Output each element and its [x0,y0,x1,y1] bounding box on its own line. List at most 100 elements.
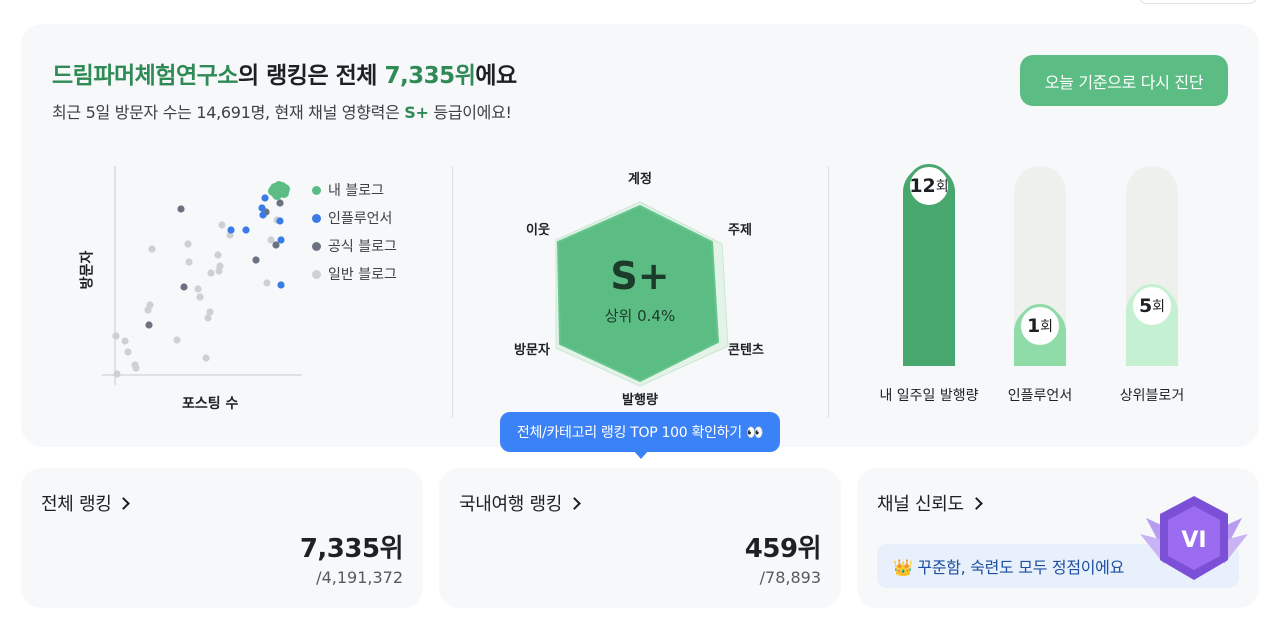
bar-label: 상위블로거 [1119,388,1185,404]
bar-unit: 회 [935,179,949,195]
scatter-point [259,211,267,219]
divider [828,166,829,418]
scatter-y-label: 방문자 [79,250,96,290]
title-end: 에요 [475,63,517,89]
scatter-point [113,370,121,378]
medal-badge-icon: VI [1140,496,1248,580]
scatter-point [227,226,235,234]
legend-label: 내 블로그 [328,183,384,199]
radar-axis-label: 콘텐츠 [728,342,764,358]
subline-suffix: 등급이에요! [428,103,512,122]
title-mid: 의 랭킹은 전체 [237,63,385,89]
legend-label: 인플루언서 [328,211,393,227]
scatter-point [207,269,215,277]
legend-my-blog: 내 블로그 [312,176,397,204]
scatter-point [276,199,284,207]
legend-dot [312,269,321,279]
scatter-point [184,240,192,248]
scatter-point [145,321,153,329]
bar-badge: 1회 [1018,304,1062,348]
scatter-point [202,354,210,362]
bar-label: 내 일주일 발행량 [879,388,979,404]
chevron-right-icon [117,496,131,510]
scatter-point [277,281,285,289]
scatter-point [194,285,202,293]
bar-value: 12 [909,175,936,197]
legend-label: 공식 블로그 [328,239,397,255]
divider [452,166,453,418]
scatter-plot [102,166,302,385]
scatter-point [242,226,250,234]
category-rank-title[interactable]: 국내여행 랭킹 [459,490,581,516]
top-right-pill [1138,0,1258,4]
legend-dot [312,213,321,223]
bar-value: 5 [1138,295,1153,317]
bar-my-weekly: 12 회 [903,164,955,366]
scatter-point [276,217,284,225]
scatter-point [148,245,156,253]
tooltip-tail [633,450,649,459]
radar-axis-label: 계정 [628,171,652,187]
bar-badge: 12 회 [907,164,951,208]
scatter-point [206,308,214,316]
scatter-point [258,204,266,212]
top100-button[interactable]: 전체/카테고리 랭킹 TOP 100 확인하기 👀 [500,412,780,452]
scatter-point [252,256,260,264]
legend-official: 공식 블로그 [312,232,397,260]
scatter-point [218,221,226,229]
bar-label: 인플루언서 [1007,388,1073,404]
medal-text: VI [1181,528,1206,553]
overall-rank-title[interactable]: 전체 랭킹 [41,490,131,516]
scatter-point [277,236,285,244]
radar-axis-label: 방문자 [514,342,550,358]
rediagnose-button[interactable]: 오늘 기준으로 다시 진단 [1020,55,1228,106]
subline-prefix: 최근 5일 방문자 수는 14,691명, 현재 채널 영향력은 [52,103,405,122]
scatter-point [216,262,224,270]
chevron-right-icon [568,496,581,510]
radar-axis-label: 이웃 [526,222,550,238]
category-rank-value: 459위 [744,534,822,564]
scatter-point [124,348,132,356]
summary-subline: 최근 5일 방문자 수는 14,691명, 현재 채널 영향력은 S+ 등급이에… [52,99,512,123]
radar-percentile: 상위 0.4% [605,307,675,325]
card-title-text: 채널 신뢰도 [877,494,964,515]
card-title-text: 국내여행 랭킹 [459,494,562,515]
bar-top-blogger: 5회 [1126,166,1178,366]
radar-axis-label: 발행량 [622,392,658,408]
scatter-point [214,251,222,259]
bar-value: 1 [1026,315,1041,337]
card-title-text: 전체 랭킹 [41,494,112,515]
legend-influencer: 인플루언서 [312,204,397,232]
scatter-point [280,184,290,194]
scatter-point [196,293,204,301]
posting-frequency-bars: 12 회 1회 5회 내 일주일 발행량 인플루언서 상위블로거 [860,160,1240,410]
scatter-point [263,279,271,287]
legend-general: 일반 블로그 [312,260,397,288]
bar-influencer: 1회 [1014,166,1066,366]
bar-unit: 회 [1152,299,1166,315]
legend-dot [312,241,321,251]
legend-dot [312,185,321,195]
scatter-point [261,194,269,202]
bar-unit: 회 [1040,319,1054,335]
scatter-point [112,332,120,340]
page-title: 드림파머체험연구소의 랭킹은 전체 7,335위에요 [52,56,517,90]
scatter-x-label: 포스팅 수 [182,396,239,412]
overall-rank-card[interactable]: 전체 랭킹 7,335위 /4,191,372 [21,468,423,608]
legend-label: 일반 블로그 [328,267,397,283]
radar-axis-label: 주제 [728,223,752,238]
scatter-point [177,205,185,213]
subline-grade: S+ [404,103,429,122]
scatter-point [132,364,140,372]
channel-trust-card[interactable]: 채널 신뢰도 👑 꾸준함, 숙련도 모두 정점이에요 VI [857,468,1259,608]
overall-rank: 7,335위 [384,63,476,89]
scatter-point [173,336,181,344]
trust-title[interactable]: 채널 신뢰도 [877,490,983,516]
bar-badge: 5회 [1130,284,1174,328]
radar-grade: S+ [610,254,669,298]
overall-rank-value: 7,335위 [299,534,404,564]
category-rank-total: /78,893 [759,568,821,587]
overall-rank-total: /4,191,372 [316,568,403,587]
category-rank-card[interactable]: 국내여행 랭킹 459위 /78,893 [439,468,841,608]
scatter-point [180,283,188,291]
